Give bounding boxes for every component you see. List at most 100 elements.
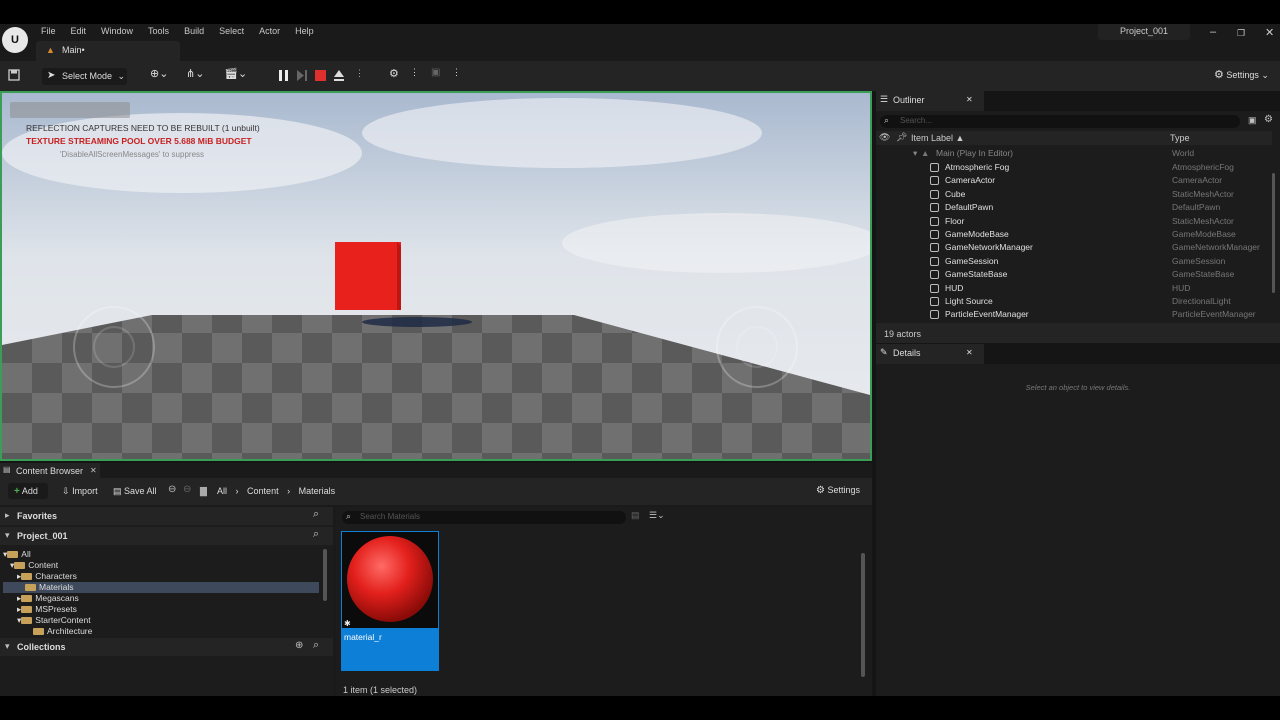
content-browser-title: Content Browser (16, 466, 84, 476)
pin-icon[interactable]: 📌︎ (896, 132, 907, 143)
save-all-button[interactable]: ▤ Save All (113, 486, 157, 497)
column-type[interactable]: Type (1170, 133, 1190, 143)
stop-icon[interactable] (315, 69, 327, 82)
outliner-row[interactable]: GameStateBase GameStateBase (876, 268, 1272, 281)
world-icon: ▲ (921, 148, 930, 158)
step-icon[interactable] (296, 69, 308, 82)
close-icon[interactable]: ✕ (90, 466, 97, 475)
search-icon[interactable]: ⌕ (313, 508, 319, 521)
suppress-hint: 'DisableAllScreenMessages' to suppress (60, 150, 205, 159)
column-item-label[interactable]: Item Label ▲ (911, 133, 964, 143)
asset-tile[interactable]: ✱ material_r (341, 531, 439, 671)
add-actor-icon[interactable]: ⊕⌄ (150, 67, 168, 84)
unreal-logo-icon[interactable]: U (2, 27, 28, 53)
menu-window[interactable]: Window (101, 26, 133, 36)
content-settings-button[interactable]: ⚙ Settings (816, 485, 860, 496)
menu-actor[interactable]: Actor (259, 26, 280, 36)
tree-item-starter-content[interactable]: ▾ StarterContent (17, 615, 333, 626)
tree-item-content[interactable]: ▾ Content (10, 560, 326, 571)
save-icon[interactable] (8, 69, 20, 81)
outliner-row[interactable]: GameModeBase GameModeBase (876, 228, 1272, 241)
restore-icon[interactable]: ❐ (1237, 28, 1245, 39)
more-icon-2[interactable]: ⋮ (452, 67, 461, 84)
tab-content-browser[interactable]: ▤ Content Browser ✕ (0, 463, 100, 478)
tree-item-characters[interactable]: ▸ Characters (17, 571, 333, 582)
viewport-options-bar[interactable] (10, 102, 130, 118)
close-icon[interactable]: ✕ (1265, 26, 1274, 39)
gear-icon[interactable]: ⚙ (1264, 114, 1273, 125)
menu-build[interactable]: Build (184, 26, 204, 36)
outliner-row[interactable]: ParticleEventManager ParticleEventManager (876, 308, 1272, 321)
outliner-column-header: 👁︎ 📌︎ Item Label ▲ Type (876, 131, 1272, 145)
add-button[interactable]: + Add (8, 483, 48, 499)
outliner-search[interactable]: ⌕ Search... (880, 115, 1240, 128)
outliner-row[interactable]: Light Source DirectionalLight (876, 295, 1272, 308)
rebuild-warning: REFLECTION CAPTURES NEED TO BE REBUILT (… (26, 123, 260, 133)
more-icon[interactable]: ⋮ (410, 67, 419, 84)
mesh-icon (930, 189, 939, 199)
level-viewport[interactable]: REFLECTION CAPTURES NEED TO BE REBUILT (… (0, 91, 872, 461)
asset-search[interactable]: ⌕ Search Materials (342, 511, 626, 524)
search-icon[interactable]: ⌕ (313, 639, 319, 652)
tree-scrollbar[interactable] (323, 549, 327, 601)
project-name: Project_001 (1098, 24, 1190, 40)
source-control-icon[interactable]: ▣ (431, 67, 440, 84)
menu-help[interactable]: Help (295, 26, 314, 36)
crumb-materials[interactable]: Materials (299, 486, 336, 496)
tree-item-materials[interactable]: Materials (3, 582, 319, 593)
forward-icon[interactable]: ⊖ (183, 484, 191, 495)
tree-item-all[interactable]: ▾ All (3, 549, 319, 560)
import-button[interactable]: ⇩ Import (62, 486, 98, 497)
menu-select[interactable]: Select (219, 26, 244, 36)
outliner-row[interactable]: CameraActor CameraActor (876, 174, 1272, 187)
tree-label: Characters (35, 571, 77, 581)
platforms-icon[interactable]: ⚙︎ (389, 67, 399, 84)
tree-item-architecture[interactable]: Architecture (33, 626, 349, 637)
plus-icon: + (14, 486, 20, 497)
menu-edit[interactable]: Edit (71, 26, 87, 36)
tab-details[interactable]: ✎ Details ✕ (876, 344, 984, 364)
outliner-row[interactable]: Atmospheric Fog AtmosphericFog (876, 161, 1272, 174)
hud-icon (930, 283, 939, 293)
eject-icon[interactable] (333, 69, 345, 82)
blueprint-icon[interactable]: ⋔⌄ (186, 67, 204, 84)
tab-outliner[interactable]: ☰ Outliner ✕ (876, 91, 984, 111)
add-collection-icon[interactable]: ⊕ (295, 640, 303, 651)
minimize-icon[interactable]: – (1210, 26, 1216, 38)
tab-main[interactable]: ▲ Main• (36, 41, 180, 61)
collections-section[interactable]: ▾ Collections ⊕ ⌕ (0, 638, 333, 656)
crumb-all[interactable]: All (217, 486, 227, 496)
search-icon[interactable]: ⌕ (313, 528, 319, 541)
outliner-row[interactable]: Cube StaticMeshActor (876, 188, 1272, 201)
close-icon[interactable]: ✕ (966, 348, 973, 357)
asset-name: material_r (344, 632, 382, 642)
tree-item-mspresets[interactable]: ▸ MSPresets (17, 604, 333, 615)
filter-icon[interactable]: ☰⌄ (649, 510, 665, 521)
save-search-icon[interactable]: ▤ (631, 510, 640, 521)
favorites-section[interactable]: ▸ Favorites ⌕ (0, 507, 333, 525)
settings-button[interactable]: ⚙ Settings ⌄ (1214, 68, 1269, 85)
play-options-icon[interactable]: ⋮ (355, 68, 364, 79)
pause-icon[interactable] (278, 69, 290, 82)
outliner-row[interactable]: GameNetworkManager GameNetworkManager (876, 241, 1272, 254)
outliner-root-row[interactable]: ▾ ▲ Main (Play In Editor) World (876, 147, 1272, 160)
visibility-icon[interactable]: 👁︎ (879, 132, 890, 143)
cinematics-icon[interactable]: 🎬︎⌄ (224, 67, 247, 84)
add-folder-icon[interactable]: ▣ (1248, 115, 1257, 126)
crumb-content[interactable]: Content (247, 486, 279, 496)
tree-item-megascans[interactable]: ▸ Megascans (17, 593, 333, 604)
outliner-row[interactable]: DefaultPawn DefaultPawn (876, 201, 1272, 214)
menu-file[interactable]: File (41, 26, 56, 36)
outliner-scrollbar[interactable] (1272, 173, 1275, 293)
outliner-row[interactable]: GameSession GameSession (876, 255, 1272, 268)
outliner-row[interactable]: Floor StaticMeshActor (876, 215, 1272, 228)
close-icon[interactable]: ✕ (966, 95, 973, 104)
menu-tools[interactable]: Tools (148, 26, 169, 36)
select-mode-dropdown[interactable]: ➤ Select Mode ⌄ (42, 68, 127, 85)
outliner-row[interactable]: HUD HUD (876, 282, 1272, 295)
back-icon[interactable]: ⊖ (168, 484, 176, 495)
folder-icon: ▤ (3, 465, 11, 474)
row-type: StaticMeshActor (1172, 188, 1234, 199)
asset-scrollbar[interactable] (861, 553, 865, 677)
project-section[interactable]: ▾ Project_001 ⌕ (0, 527, 333, 545)
